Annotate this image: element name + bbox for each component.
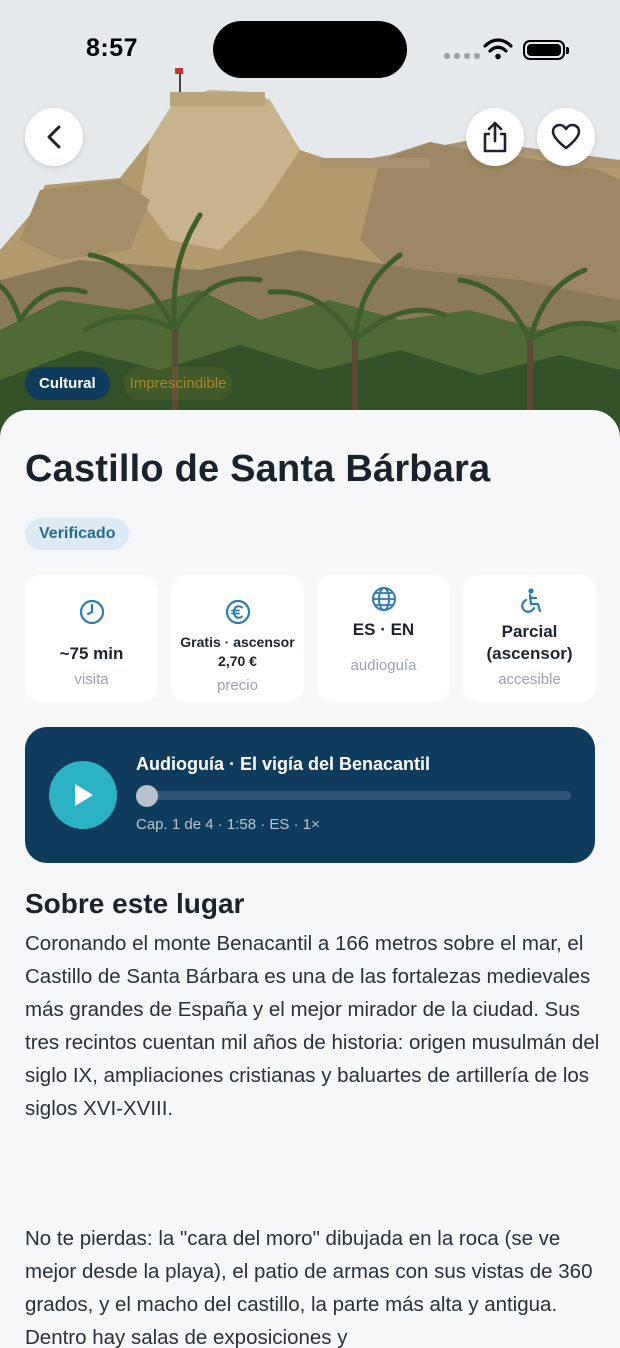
euro-icon bbox=[225, 599, 250, 625]
place-title: Castillo de Santa Bárbara bbox=[25, 448, 491, 490]
audioguide-title: Audioguía · El vigía del Benacantil bbox=[136, 754, 431, 774]
tag-cultural[interactable]: Cultural bbox=[25, 367, 110, 400]
info-card-price: Gratis · ascensor 2,70 € precio bbox=[171, 575, 304, 702]
duration-value: ~75 min bbox=[59, 644, 124, 663]
audio-progress-knob[interactable] bbox=[136, 785, 158, 807]
play-icon bbox=[75, 784, 93, 806]
clock-icon bbox=[79, 599, 104, 625]
detail-sheet: Castillo de Santa Bárbara Verificado ~75… bbox=[0, 410, 620, 1348]
languages-value: ES · EN bbox=[352, 620, 415, 639]
favorite-button[interactable] bbox=[537, 108, 595, 166]
info-card-languages: ES · EN audioguía bbox=[317, 575, 450, 702]
share-button[interactable] bbox=[466, 108, 524, 166]
audio-progress-bar[interactable] bbox=[136, 785, 571, 807]
about-paragraph-2: No te pierdas: la "cara del moro" dibuja… bbox=[25, 1227, 593, 1348]
info-card-duration: ~75 min visita bbox=[25, 575, 158, 702]
languages-label: audioguía bbox=[350, 657, 417, 674]
back-button[interactable] bbox=[25, 108, 83, 166]
info-card-accessibility: Parcial (ascensor) accesible bbox=[463, 575, 596, 702]
duration-label: visita bbox=[74, 671, 109, 688]
wifi-icon bbox=[483, 38, 513, 60]
share-icon bbox=[483, 121, 507, 153]
dynamic-island bbox=[213, 21, 407, 78]
accessibility-icon bbox=[520, 588, 541, 613]
chevron-left-icon bbox=[47, 125, 61, 149]
verified-badge: Verificado bbox=[25, 518, 130, 550]
tag-imprescindible[interactable]: Imprescindible bbox=[123, 367, 233, 400]
audioguide-meta: Cap. 1 de 4 · 1:58 · ES · 1× bbox=[136, 816, 320, 833]
play-button[interactable] bbox=[49, 761, 117, 829]
about-paragraph-1: Coronando el monte Benacantil a 166 metr… bbox=[25, 932, 600, 1120]
heart-icon bbox=[551, 123, 581, 150]
price-label: precio bbox=[217, 677, 258, 694]
accessibility-label: accesible bbox=[498, 671, 561, 688]
about-heading: Sobre este lugar bbox=[25, 888, 245, 919]
category-tags: Cultural Imprescindible bbox=[25, 367, 233, 400]
status-time: 8:57 bbox=[86, 34, 139, 62]
price-value: Gratis · ascensor 2,70 € bbox=[180, 634, 295, 669]
battery-icon bbox=[523, 40, 569, 60]
info-cards: ~75 min visita Gratis · ascensor 2,70 € … bbox=[25, 575, 596, 702]
audioguide-player: Audioguía · El vigía del Benacantil Cap.… bbox=[25, 727, 595, 863]
cellular-signal-icon bbox=[444, 53, 480, 59]
globe-icon bbox=[371, 587, 396, 611]
status-bar: 8:57 bbox=[0, 0, 620, 100]
accessibility-value: Parcial (ascensor) bbox=[486, 622, 573, 663]
